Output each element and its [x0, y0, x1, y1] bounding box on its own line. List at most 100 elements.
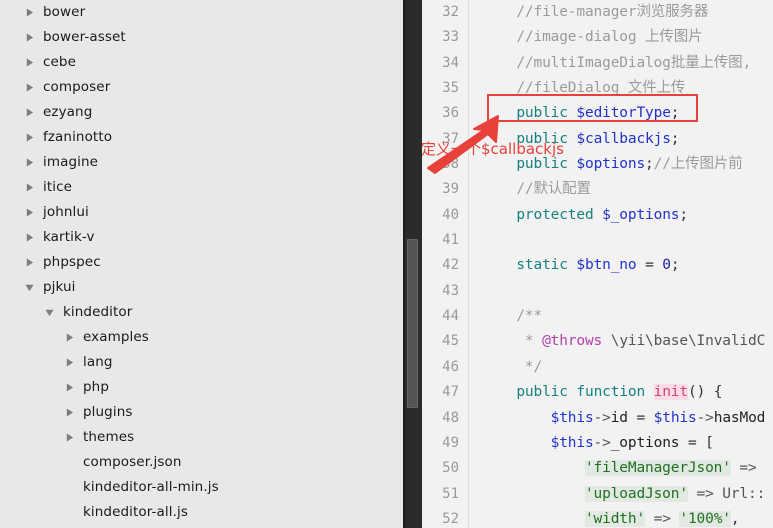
code-line[interactable]: 35 //fileDialog 文件上传 [422, 76, 773, 102]
chevron-right-icon[interactable] [22, 58, 36, 67]
tree-folder-kindeditor[interactable]: kindeditor [0, 300, 403, 325]
chevron-right-icon[interactable] [62, 408, 76, 417]
tree-item-label: lang [83, 354, 113, 370]
code-line[interactable]: 32 //file-manager浏览服务器 [422, 0, 773, 26]
chevron-right-icon[interactable] [22, 183, 36, 192]
tree-item-label: plugins [83, 404, 133, 420]
code-lines-container: 32 //file-manager浏览服务器 33 //image-dialog … [422, 0, 773, 528]
code-line[interactable]: 46 */ [422, 354, 773, 381]
tree-item-label: composer.json [83, 454, 182, 470]
vertical-scrollbar-thumb[interactable] [407, 239, 418, 408]
tree-file-kindeditor-all-min-js[interactable]: kindeditor-all-min.js [0, 475, 403, 500]
tree-item-label: itice [43, 179, 73, 195]
chevron-right-icon[interactable] [22, 133, 36, 142]
tree-folder-cebe[interactable]: cebe [0, 50, 403, 75]
line-number: 41 [422, 228, 468, 254]
line-number: 34 [422, 50, 468, 77]
line-number: 49 [422, 430, 468, 457]
tree-folder-ezyang[interactable]: ezyang [0, 100, 403, 125]
tree-folder-imagine[interactable]: imagine [0, 150, 403, 175]
code-editor-panel[interactable]: 32 //file-manager浏览服务器 33 //image-dialog … [422, 0, 773, 528]
tree-folder-fzaninotto[interactable]: fzaninotto [0, 125, 403, 150]
tree-folder-phpspec[interactable]: phpspec [0, 250, 403, 275]
code-line[interactable]: 52 'width' => '100%', [422, 506, 773, 528]
tree-item-label: kartik-v [43, 229, 95, 245]
code-line[interactable]: 45 * @throws \yii\base\InvalidC [422, 329, 773, 355]
code-line[interactable]: 50 'fileManagerJson' => [422, 456, 773, 482]
chevron-down-icon[interactable] [42, 308, 56, 317]
code-line[interactable]: 48 $this->id = $this->hasMod [422, 405, 773, 431]
code-line[interactable]: 51 'uploadJson' => Url:: [422, 481, 773, 507]
tree-item-label: kindeditor-all-min.js [83, 479, 219, 495]
code-line-text: //默认配置 [516, 181, 591, 198]
line-number-gutter-divider [468, 253, 482, 279]
chevron-right-icon[interactable] [22, 158, 36, 167]
tree-folder-itice[interactable]: itice [0, 175, 403, 200]
code-line[interactable]: 49 $this->_options = [ [422, 430, 773, 457]
code-line-text: 'uploadJson' => Url:: [584, 485, 766, 502]
code-line[interactable]: 39 //默认配置 [422, 177, 773, 203]
tree-folder-composer[interactable]: composer [0, 75, 403, 100]
line-number-gutter-divider [468, 430, 482, 457]
tree-folder-pjkui[interactable]: pjkui [0, 275, 403, 300]
chevron-down-icon[interactable] [22, 283, 36, 292]
code-line[interactable]: 41 [422, 228, 773, 254]
code-line-text: protected $_options; [516, 206, 688, 223]
code-line[interactable]: 42 static $btn_no = 0; [422, 253, 773, 279]
vertical-scrollbar-track[interactable] [403, 0, 422, 528]
chevron-right-icon[interactable] [22, 33, 36, 42]
chevron-right-icon[interactable] [62, 383, 76, 392]
line-number: 43 [422, 278, 468, 305]
code-line[interactable]: 33 //image-dialog 上传图片 [422, 25, 773, 51]
code-line[interactable]: 47 public function init() { [422, 380, 773, 406]
line-number: 45 [422, 329, 468, 355]
tree-file-composer-json[interactable]: composer.json [0, 450, 403, 475]
line-number-gutter-divider [468, 25, 482, 51]
code-line-text: /** [516, 308, 543, 325]
chevron-right-icon[interactable] [22, 108, 36, 117]
tree-folder-bower[interactable]: bower [0, 0, 403, 25]
chevron-right-icon[interactable] [62, 333, 76, 342]
code-line-text: //file-manager浏览服务器 [516, 4, 709, 20]
line-number: 44 [422, 304, 468, 330]
chevron-right-icon[interactable] [22, 233, 36, 242]
chevron-right-icon[interactable] [62, 433, 76, 442]
chevron-right-icon[interactable] [22, 208, 36, 217]
code-line-text: $this->id = $this->hasMod [550, 409, 766, 426]
tree-folder-examples[interactable]: examples [0, 325, 403, 350]
tree-folder-bower-asset[interactable]: bower-asset [0, 25, 403, 50]
code-line[interactable]: 44 /** [422, 304, 773, 330]
code-line[interactable]: 40 protected $_options; [422, 202, 773, 229]
ide-window: bower bower-asset cebe composer ezyang fzanin… [0, 0, 773, 528]
tree-folder-lang[interactable]: lang [0, 350, 403, 375]
line-number: 39 [422, 177, 468, 203]
line-number-gutter-divider [468, 329, 482, 355]
line-number-gutter-divider [468, 202, 482, 229]
line-number: 50 [422, 456, 468, 482]
line-number: 52 [422, 506, 468, 528]
line-number: 47 [422, 380, 468, 406]
tree-folder-johnlui[interactable]: johnlui [0, 200, 403, 225]
tree-folder-plugins[interactable]: plugins [0, 400, 403, 425]
code-line-text: static $btn_no = 0; [516, 257, 680, 274]
line-number-gutter-divider [468, 101, 482, 127]
tree-file-kindeditor-all-js[interactable]: kindeditor-all.js [0, 500, 403, 525]
code-line[interactable]: 37 public $callbackjs; [422, 126, 773, 153]
line-number-gutter-divider [468, 481, 482, 507]
line-number: 33 [422, 25, 468, 51]
code-line[interactable]: 36 public $editorType; [422, 101, 773, 127]
line-number: 32 [422, 0, 468, 26]
chevron-right-icon[interactable] [22, 83, 36, 92]
code-line-text: * @throws \yii\base\InvalidC [524, 333, 766, 350]
tree-folder-kartik-v[interactable]: kartik-v [0, 225, 403, 250]
code-line[interactable]: 43 [422, 278, 773, 305]
chevron-right-icon[interactable] [22, 8, 36, 17]
tree-folder-php[interactable]: php [0, 375, 403, 400]
line-number-gutter-divider [468, 0, 482, 26]
chevron-right-icon[interactable] [22, 258, 36, 267]
code-line[interactable]: 34 //multiImageDialog批量上传图, [422, 50, 773, 77]
chevron-right-icon[interactable] [62, 358, 76, 367]
code-line[interactable]: 38 public $options;//上传图片前 [422, 152, 773, 178]
tree-folder-themes[interactable]: themes [0, 425, 403, 450]
project-file-tree-panel[interactable]: bower bower-asset cebe composer ezyang fzanin… [0, 0, 403, 528]
